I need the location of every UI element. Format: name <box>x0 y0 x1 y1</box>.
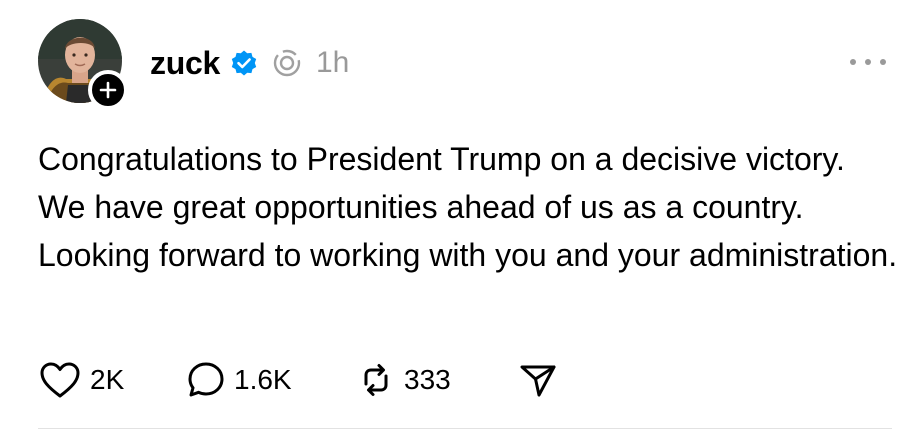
like-count: 2K <box>90 364 125 395</box>
avatar-container[interactable] <box>38 19 130 111</box>
share-icon <box>518 360 558 400</box>
divider <box>38 428 892 429</box>
reply-bubble-icon <box>186 360 226 400</box>
post-timestamp: 1h <box>315 46 350 79</box>
reply-button[interactable]: 1.6K <box>186 358 356 402</box>
like-button[interactable]: 2K <box>38 358 186 402</box>
more-icon <box>850 59 856 65</box>
repost-count: 333 <box>404 364 451 395</box>
reply-count: 1.6K <box>234 364 292 395</box>
heart-icon <box>38 360 82 400</box>
follow-button[interactable] <box>88 70 128 110</box>
thread-post: zuck 1h Congratulations to President Tru… <box>0 0 912 432</box>
repost-icon <box>356 360 396 400</box>
more-options-button[interactable] <box>850 50 886 74</box>
repost-button[interactable]: 333 <box>356 358 518 402</box>
threads-ring-icon <box>272 48 302 78</box>
verified-badge-icon <box>230 49 258 77</box>
post-text: Congratulations to President Trump on a … <box>38 141 898 273</box>
post-header: zuck 1h <box>150 40 349 86</box>
post-actions: 2K 1.6K 333 <box>38 358 558 402</box>
plus-icon <box>99 81 117 99</box>
username[interactable]: zuck <box>150 40 220 86</box>
share-button[interactable] <box>518 358 558 402</box>
